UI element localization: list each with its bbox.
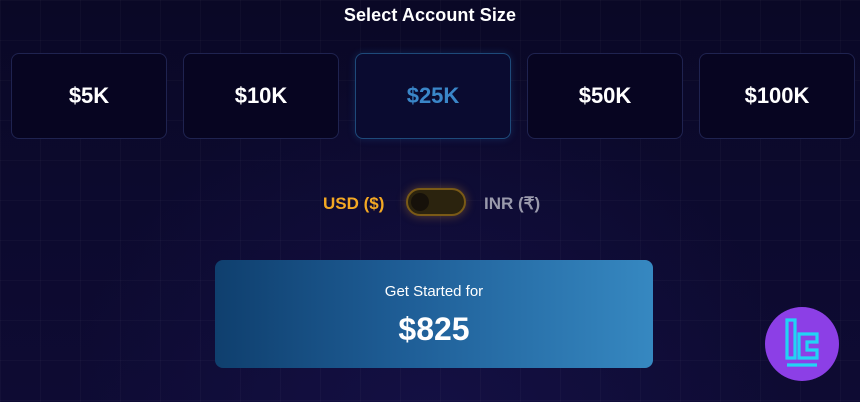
account-size-10k-button[interactable]: $10K [183, 53, 339, 139]
get-started-label: Get Started for [384, 283, 484, 300]
page-title: Select Account Size [343, 5, 517, 25]
account-size-5k-button[interactable]: $5K [11, 53, 167, 139]
currency-usd-label[interactable]: USD ($) [323, 194, 384, 214]
price-value: $825 [398, 311, 470, 347]
account-size-options: $5K $10K $25K $50K $100K [11, 53, 859, 141]
currency-switcher: USD ($) INR (₹) [0, 187, 860, 221]
currency-toggle[interactable] [406, 188, 466, 216]
toggle-knob [411, 193, 429, 211]
account-size-25k-button[interactable]: $25K [355, 53, 511, 139]
account-size-50k-button[interactable]: $50K [527, 53, 683, 139]
get-started-button[interactable]: Get Started for $825 [215, 260, 653, 368]
account-size-100k-button[interactable]: $100K [699, 53, 855, 139]
currency-inr-label[interactable]: INR (₹) [484, 194, 540, 214]
brand-logo-icon [765, 307, 839, 381]
brand-logo-mark [785, 318, 819, 367]
